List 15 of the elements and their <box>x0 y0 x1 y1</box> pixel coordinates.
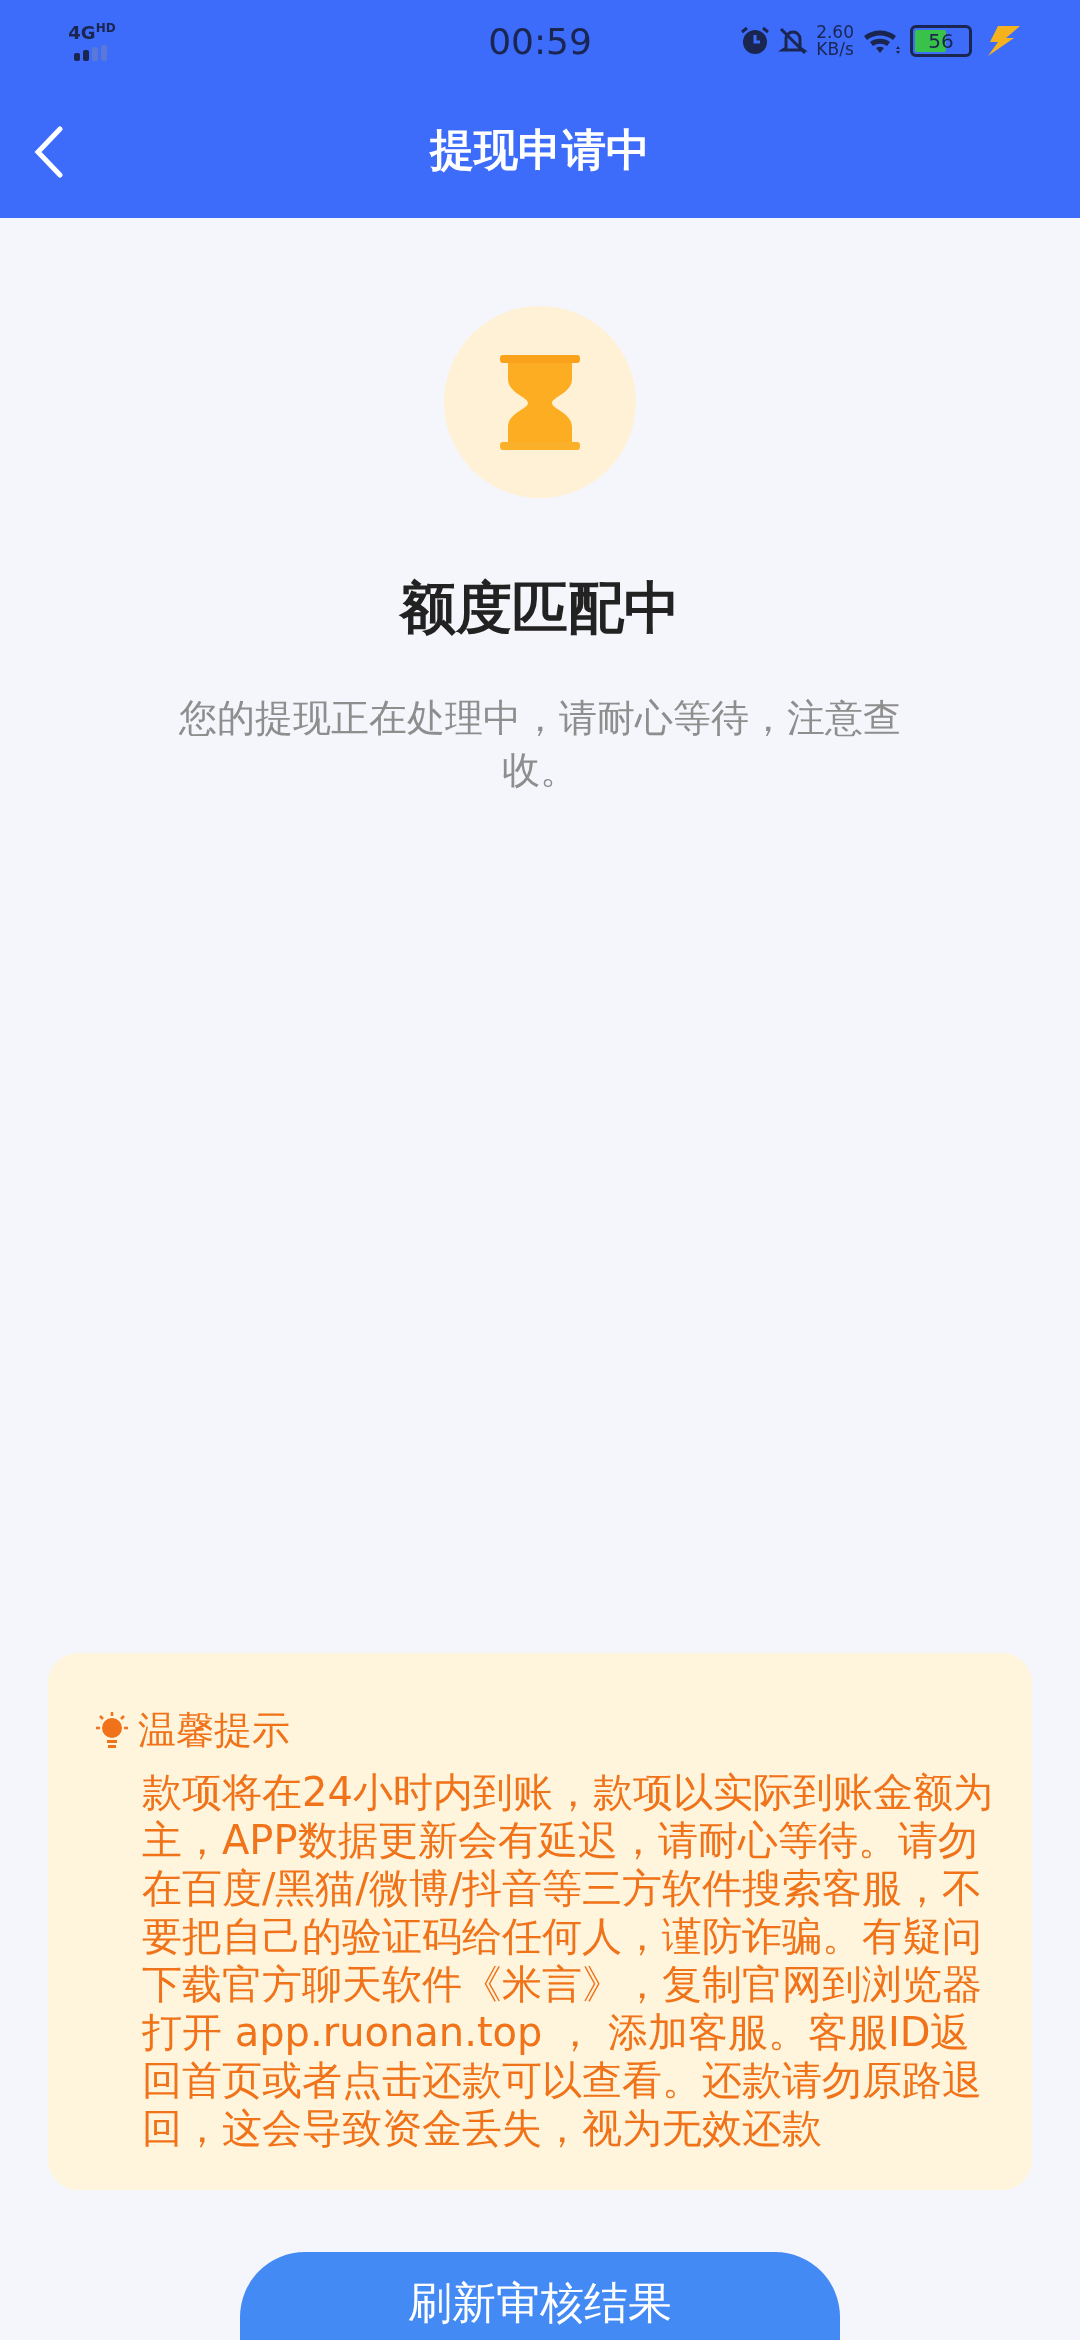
status-message: 您的提现正在处理中，请耐心等待，注意查收。 <box>178 695 902 794</box>
hourglass-icon <box>500 354 580 450</box>
refresh-button[interactable]: 刷新审核结果 <box>240 2252 840 2340</box>
page-title: 提现申请中 <box>430 122 650 177</box>
tips-text: 款项将在24小时内到账，款项以实际到账金额为主，APP数据更新会有延迟，请耐心等待。请勿在百度/黑猫/微博/抖音等三方软件搜索客服，不要把自己的验证码给任何人，谨防诈骗。有疑问下载官方聊天软件《米言》，复制官网到浏览器打开 app.ruonan.top ， 添加客服。客服ID返回首页或者点击还款可以查看。还款请勿原路退回，这会导致资金丢失，视为无效还款 <box>142 1768 994 2152</box>
muted-bell-icon <box>778 26 809 56</box>
tips-title: 温馨提示 <box>138 1707 290 1754</box>
alarm-icon <box>740 26 771 56</box>
status-title: 额度匹配中 <box>400 574 680 642</box>
speed-unit: KB/s <box>816 41 854 58</box>
clock-time: 00:59 <box>487 20 593 62</box>
network-label: 4G$^{HD}$ <box>68 21 116 43</box>
back-icon[interactable] <box>34 126 64 178</box>
speed-value: 2.60 <box>816 24 854 41</box>
signal-icon <box>74 45 110 61</box>
